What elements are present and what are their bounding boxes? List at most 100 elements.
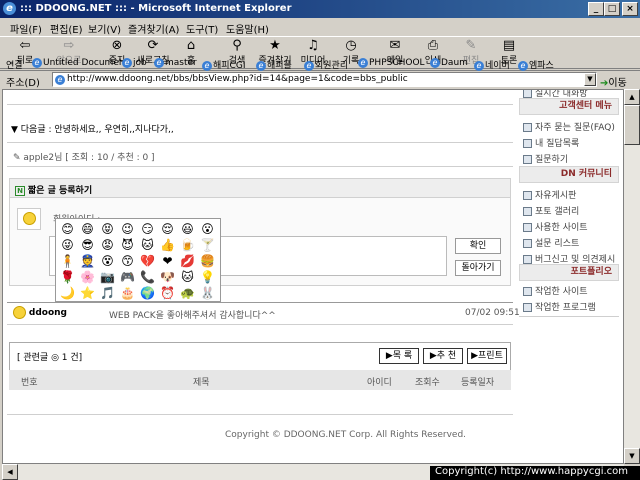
sidebar-item-work-sites[interactable]: 작업한 사이트 — [523, 284, 588, 297]
list-button[interactable]: ▶목 록 — [379, 348, 419, 364]
close-button[interactable]: × — [622, 2, 638, 16]
back-button[interactable]: 돌아가기 — [455, 260, 501, 276]
confirm-button[interactable]: 확인 — [455, 238, 501, 254]
scroll-up-button[interactable]: ▲ — [624, 89, 640, 105]
next-post-link[interactable]: ▼ 다음글 : 안녕하세요,, 우연히,,지나다가,, — [11, 122, 174, 135]
link-icon — [523, 303, 532, 312]
emoticon-option[interactable]: 😮 — [199, 221, 216, 238]
emoticon-option[interactable]: 🌍 — [139, 285, 156, 302]
emoticon-option[interactable]: 🌸 — [79, 269, 96, 286]
comment-text: WEB PACK을 좋아해주셔서 감사합니다^^ — [109, 311, 276, 321]
sidebar-item-used-sites[interactable]: 사용한 사이트 — [523, 220, 588, 233]
emoticon-option[interactable]: 🌙 — [59, 285, 76, 302]
emoticon-option[interactable]: 😡 — [99, 237, 116, 254]
menu-tools[interactable]: 도구(T) — [186, 21, 218, 36]
link-icon — [523, 255, 532, 264]
sidebar-item-free-board[interactable]: 자유게시판 — [523, 188, 576, 201]
emoticon-option[interactable]: 😊 — [59, 221, 76, 238]
go-button[interactable]: ➔이동 — [600, 74, 627, 89]
menu-file[interactable]: 파일(F) — [10, 21, 42, 36]
link-naver[interactable]: e 네이버 — [474, 58, 510, 71]
emoticon-option[interactable]: 😵 — [99, 253, 116, 270]
emoticon-option[interactable]: 🐰 — [199, 285, 216, 302]
link-empas[interactable]: e 엠파스 — [518, 58, 554, 71]
menu-edit[interactable]: 편집(E) — [50, 21, 83, 36]
maximize-button[interactable]: □ — [604, 2, 620, 16]
emoticon-option[interactable]: 🎂 — [119, 285, 136, 302]
sidebar-item-photo-gallery[interactable]: 포토 갤러리 — [523, 204, 579, 217]
scroll-left-button[interactable]: ◀ — [2, 464, 18, 480]
emoticon-option[interactable]: 💋 — [179, 253, 196, 270]
links-bar: 연결 e Untitled Document e job e master e 해피CG… — [0, 56, 640, 71]
emoticon-selector-button[interactable] — [17, 208, 41, 230]
sidebar-item-my-qna[interactable]: 내 질답목록 — [523, 136, 579, 149]
emoticon-option[interactable]: 😌 — [159, 221, 176, 238]
emoticon-option[interactable]: 🐱 — [179, 269, 196, 286]
back-arrow-icon: ⇦ — [19, 38, 31, 53]
address-input[interactable]: e http://www.ddoong.net/bbs/bbsView.php?i… — [52, 72, 597, 87]
link-happycgi[interactable]: e 해피CGI — [202, 58, 245, 71]
emoticon-option[interactable]: 📷 — [99, 269, 116, 286]
emoticon-option[interactable]: 🍸 — [199, 237, 216, 254]
sidebar-section-support: 고객센터 메뉴 — [519, 98, 619, 115]
emoticon-option[interactable]: 🎮 — [119, 269, 136, 286]
menu-favorites[interactable]: 즐겨찾기(A) — [128, 21, 179, 36]
emoticon-option[interactable]: 😉 — [119, 221, 136, 238]
ie-page-icon: e — [122, 58, 132, 68]
emoticon-option[interactable]: 😝 — [99, 221, 116, 238]
stop-icon: ⊗ — [111, 38, 123, 53]
emoticon-option[interactable]: ❤ — [159, 253, 176, 270]
emoticon-option[interactable]: 🐱 — [139, 237, 156, 254]
note-icon: N — [15, 186, 25, 196]
sidebar-item-survey[interactable]: 설문 리스트 — [523, 236, 579, 249]
emoticon-option[interactable]: 🎵 — [99, 285, 116, 302]
link-happyple[interactable]: e 해피플 — [256, 58, 292, 71]
address-bar: 주소(D) e http://www.ddoong.net/bbs/bbsView… — [0, 71, 640, 89]
comment-date: 07/02 09:51 — [465, 308, 520, 318]
sidebar: 실시간 대화방 고객센터 메뉴 자주 묻는 질문(FAQ) 내 질답목록 질문하… — [519, 90, 623, 463]
emoticon-option[interactable]: 📞 — [139, 269, 156, 286]
link-daum[interactable]: e Daum — [430, 58, 468, 68]
emoticon-option[interactable]: 🐢 — [179, 285, 196, 302]
sidebar-item-ask[interactable]: 질문하기 — [523, 152, 568, 165]
address-dropdown-button[interactable]: ▼ — [584, 73, 596, 86]
link-job[interactable]: e job — [122, 58, 147, 68]
emoticon-option[interactable]: ⏰ — [159, 285, 176, 302]
vertical-scrollbar[interactable]: ▲ ▼ — [624, 89, 640, 464]
link-untitled[interactable]: e Untitled Document — [32, 58, 128, 68]
emoticon-option[interactable]: 😙 — [119, 253, 136, 270]
menu-view[interactable]: 보기(V) — [88, 21, 121, 36]
emoticon-option[interactable]: 😃 — [179, 221, 196, 238]
minimize-button[interactable]: _ — [588, 2, 604, 16]
sidebar-item-work-programs[interactable]: 작업한 프로그램 — [523, 300, 596, 313]
sidebar-item-faq[interactable]: 자주 묻는 질문(FAQ) — [523, 120, 615, 133]
emoticon-option[interactable]: ⭐ — [79, 285, 96, 302]
emoticon-option[interactable]: 💔 — [139, 253, 156, 270]
refresh-icon: ⟳ — [147, 38, 159, 53]
emoticon-option[interactable]: 😎 — [79, 237, 96, 254]
emoticon-option[interactable]: 😄 — [79, 221, 96, 238]
copyright-text: Copyright © DDOONG.NET Corp. All Rights … — [225, 430, 467, 440]
emoticon-option[interactable]: 😜 — [59, 237, 76, 254]
emoticon-option[interactable]: 🧍 — [59, 253, 76, 270]
emoticon-option[interactable]: 🍔 — [199, 253, 216, 270]
print-page-button[interactable]: ▶프린트 — [467, 348, 507, 364]
emoticon-option[interactable]: 🍺 — [179, 237, 196, 254]
emoticon-option[interactable]: 💡 — [199, 269, 216, 286]
link-phpschool[interactable]: e PHPSCHOOL — [358, 58, 425, 68]
recommend-button[interactable]: ▶추 천 — [423, 348, 463, 364]
link-master[interactable]: e master — [154, 58, 197, 68]
emoticon-option[interactable]: 🌹 — [59, 269, 76, 286]
link-icon — [523, 139, 532, 148]
print-icon: ⎙ — [427, 38, 439, 53]
link-member-admin[interactable]: e 회원관리 — [304, 58, 348, 71]
link-icon — [523, 155, 532, 164]
emoticon-option[interactable]: 👮 — [79, 253, 96, 270]
emoticon-option[interactable]: 😈 — [119, 237, 136, 254]
emoticon-option[interactable]: 🐶 — [159, 269, 176, 286]
emoticon-option[interactable]: 😏 — [139, 221, 156, 238]
scroll-thumb[interactable] — [624, 105, 640, 145]
emoticon-option[interactable]: 👍 — [159, 237, 176, 254]
scroll-down-button[interactable]: ▼ — [624, 448, 640, 464]
menu-help[interactable]: 도움말(H) — [226, 21, 269, 36]
